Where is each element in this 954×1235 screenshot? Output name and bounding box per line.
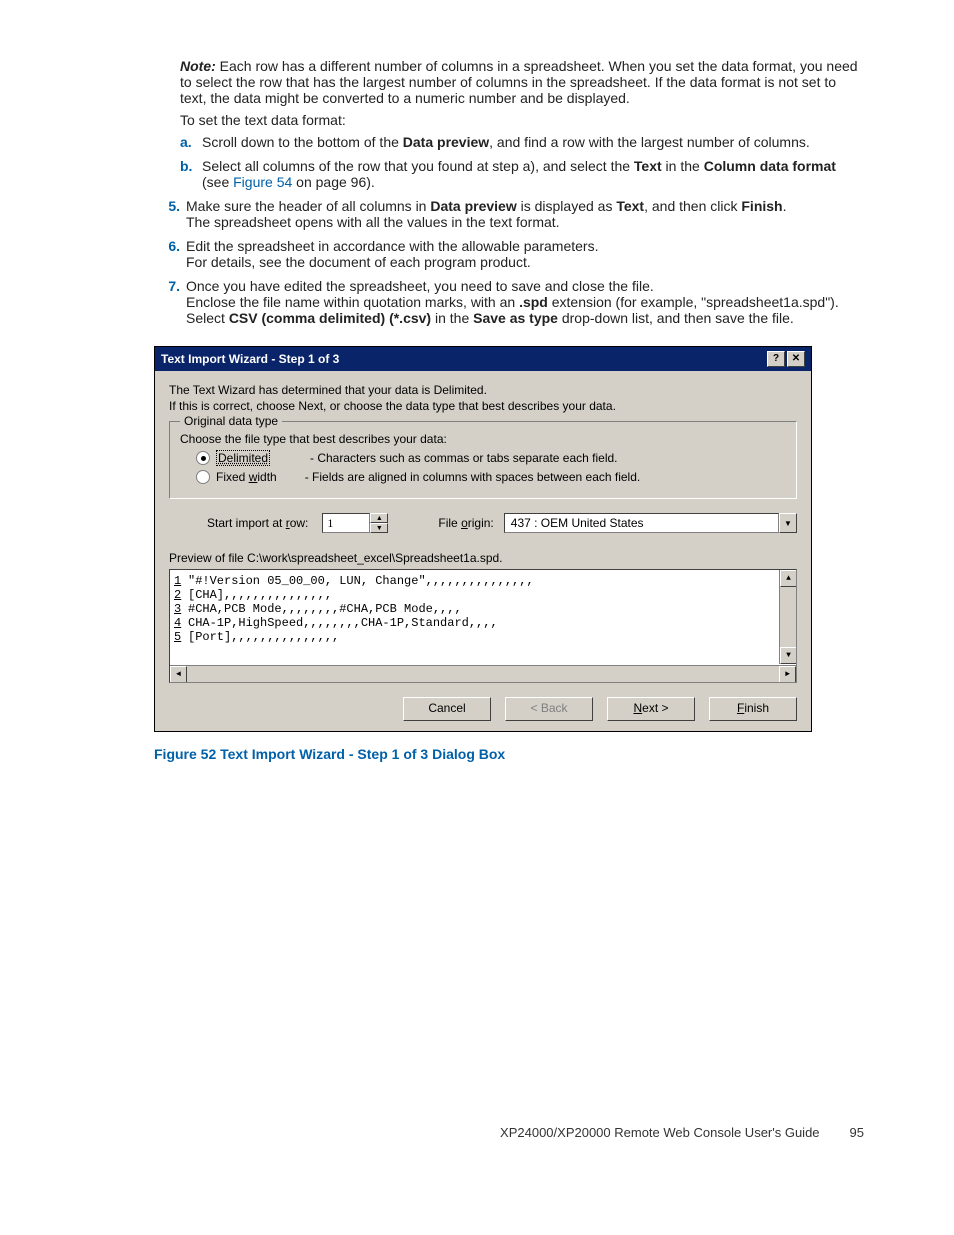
vertical-scrollbar[interactable]: ▲ ▼ xyxy=(779,570,796,664)
preview-row: 1"#!Version 05_00_00, LUN, Change",,,,,,… xyxy=(174,574,796,588)
preview-path-label: Preview of file C:\work\spreadsheet_exce… xyxy=(169,551,797,565)
start-row-input[interactable] xyxy=(322,513,370,533)
fieldset-legend: Original data type xyxy=(180,414,282,428)
step-6: 6. Edit the spreadsheet in accordance wi… xyxy=(148,238,864,270)
radio-on-icon xyxy=(196,451,210,465)
substep-b: b. Select all columns of the row that yo… xyxy=(180,158,864,190)
wizard-intro-1: The Text Wizard has determined that your… xyxy=(169,383,797,397)
step-7-text: Once you have edited the spreadsheet, yo… xyxy=(186,278,864,326)
preview-row: 4CHA-1P,HighSpeed,,,,,,,,CHA-1P,Standard… xyxy=(174,616,796,630)
delimited-desc: - Characters such as commas or tabs sepa… xyxy=(310,451,617,465)
spin-down-icon[interactable]: ▼ xyxy=(370,523,388,533)
substep-a-marker: a. xyxy=(180,134,202,150)
step-6-text: Edit the spreadsheet in accordance with … xyxy=(186,238,598,270)
scroll-right-icon[interactable]: ► xyxy=(779,666,796,683)
note-label: Note: xyxy=(180,58,216,74)
wizard-intro-2: If this is correct, choose Next, or choo… xyxy=(169,399,797,413)
file-origin-combo[interactable]: 437 : OEM United States ▼ xyxy=(504,513,797,533)
spin-up-icon[interactable]: ▲ xyxy=(370,513,388,523)
fixed-width-option[interactable]: Fixed width - Fields are aligned in colu… xyxy=(196,470,786,484)
cancel-button[interactable]: Cancel xyxy=(403,697,491,721)
next-button[interactable]: Next > xyxy=(607,697,695,721)
scroll-up-icon[interactable]: ▲ xyxy=(780,570,797,587)
step-7-marker: 7. xyxy=(148,278,186,326)
choose-file-type-label: Choose the file type that best describes… xyxy=(180,432,786,446)
scroll-down-icon[interactable]: ▼ xyxy=(780,647,797,664)
step-5: 5. Make sure the header of all columns i… xyxy=(148,198,864,230)
text-format-intro: To set the text data format: xyxy=(180,112,864,128)
page-number: 95 xyxy=(850,1125,864,1140)
substep-a: a. Scroll down to the bottom of the Data… xyxy=(180,134,864,150)
preview-row: 3#CHA,PCB Mode,,,,,,,,#CHA,PCB Mode,,,, xyxy=(174,602,796,616)
radio-off-icon xyxy=(196,470,210,484)
substep-b-text: Select all columns of the row that you f… xyxy=(202,158,864,190)
scroll-left-icon[interactable]: ◄ xyxy=(170,666,187,683)
dialog-title: Text Import Wizard - Step 1 of 3 xyxy=(161,352,339,366)
delimited-option[interactable]: Delimited - Characters such as commas or… xyxy=(196,450,786,466)
footer-guide-title: XP24000/XP20000 Remote Web Console User'… xyxy=(500,1125,819,1140)
preview-box: 1"#!Version 05_00_00, LUN, Change",,,,,,… xyxy=(169,569,797,683)
step-7: 7. Once you have edited the spreadsheet,… xyxy=(148,278,864,326)
start-row-label: Start import at row: xyxy=(207,516,308,530)
file-origin-value: 437 : OEM United States xyxy=(504,513,779,533)
file-origin-label: File origin: xyxy=(438,516,493,530)
close-button[interactable]: ✕ xyxy=(787,351,805,367)
figure-54-link[interactable]: Figure 54 xyxy=(233,174,292,190)
finish-button[interactable]: Finish xyxy=(709,697,797,721)
chevron-down-icon[interactable]: ▼ xyxy=(779,513,797,533)
help-button[interactable]: ? xyxy=(767,351,785,367)
note-text: Each row has a different number of colum… xyxy=(180,58,858,106)
dialog-titlebar: Text Import Wizard - Step 1 of 3 ? ✕ xyxy=(155,347,811,371)
page-footer: XP24000/XP20000 Remote Web Console User'… xyxy=(90,1125,864,1140)
preview-row: 2[CHA],,,,,,,,,,,,,,, xyxy=(174,588,796,602)
step-6-marker: 6. xyxy=(148,238,186,270)
fixed-width-desc: - Fields are aligned in columns with spa… xyxy=(305,470,641,484)
start-row-spinner[interactable]: ▲ ▼ xyxy=(322,513,388,533)
step-5-text: Make sure the header of all columns in D… xyxy=(186,198,787,230)
delimited-label: Delimited xyxy=(216,450,270,466)
preview-row: 5[Port],,,,,,,,,,,,,,, xyxy=(174,630,796,644)
substep-a-text: Scroll down to the bottom of the Data pr… xyxy=(202,134,810,150)
note-block: Note: Each row has a different number of… xyxy=(180,58,864,106)
fixed-width-label: Fixed width xyxy=(216,470,277,484)
text-import-wizard-dialog: Text Import Wizard - Step 1 of 3 ? ✕ The… xyxy=(154,346,812,732)
figure-52-caption: Figure 52 Text Import Wizard - Step 1 of… xyxy=(154,746,864,762)
substep-b-marker: b. xyxy=(180,158,202,190)
horizontal-scrollbar[interactable]: ◄ ► xyxy=(170,665,796,682)
step-5-marker: 5. xyxy=(148,198,186,230)
back-button: < Back xyxy=(505,697,593,721)
original-data-type-group: Original data type Choose the file type … xyxy=(169,421,797,499)
